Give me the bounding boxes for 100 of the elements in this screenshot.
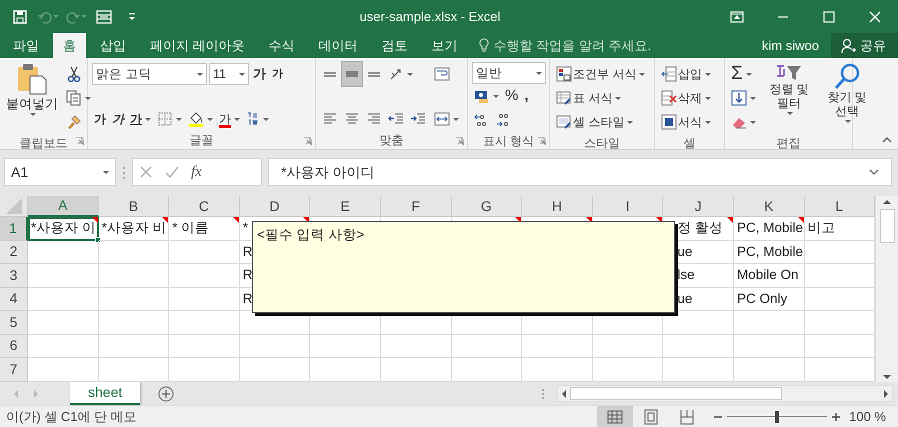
- ribbon-tab[interactable]: 페이지 레이아웃: [140, 33, 255, 58]
- share-button[interactable]: 공유: [831, 33, 898, 58]
- ribbon-tab[interactable]: 파일: [3, 33, 49, 58]
- row-header[interactable]: 3: [0, 264, 28, 288]
- table-cell[interactable]: [169, 288, 240, 311]
- collapse-ribbon-icon[interactable]: [882, 136, 892, 143]
- column-header[interactable]: C: [169, 196, 240, 217]
- scroll-down-icon[interactable]: [882, 374, 892, 380]
- tell-me-field[interactable]: 수행할 작업을 알려 주세요.: [478, 33, 652, 58]
- conditional-format-button[interactable]: 조건부 서식: [554, 62, 648, 86]
- next-sheet-icon[interactable]: [32, 388, 40, 398]
- ribbon-tab[interactable]: 수식: [258, 33, 305, 58]
- horizontal-scrollbar[interactable]: [557, 385, 893, 402]
- add-sheet-button[interactable]: [158, 386, 174, 402]
- table-cell[interactable]: [169, 334, 240, 358]
- table-cell[interactable]: *사용자 비: [98, 217, 170, 240]
- zoom-in-icon[interactable]: [831, 412, 842, 422]
- table-cell[interactable]: [663, 334, 734, 358]
- column-header[interactable]: A: [28, 196, 99, 217]
- column-header[interactable]: H: [522, 196, 593, 217]
- zoom-slider[interactable]: [727, 410, 828, 422]
- bold-button[interactable]: 가: [92, 107, 108, 131]
- italic-button[interactable]: 가: [110, 107, 126, 131]
- scroll-thumb[interactable]: [570, 387, 782, 400]
- table-cell[interactable]: [452, 334, 522, 358]
- table-cell[interactable]: *사용자 이: [28, 217, 99, 240]
- dialog-launcher-icon[interactable]: [304, 137, 312, 145]
- table-cell[interactable]: [98, 264, 170, 288]
- column-header[interactable]: G: [452, 196, 522, 217]
- column-header[interactable]: I: [592, 196, 664, 217]
- slider-thumb[interactable]: [775, 410, 780, 422]
- row-header[interactable]: 7: [0, 358, 28, 382]
- comma-button[interactable]: ,: [522, 84, 531, 108]
- table-cell[interactable]: [734, 311, 805, 334]
- table-cell[interactable]: [98, 288, 170, 311]
- table-cell[interactable]: [734, 334, 805, 358]
- enter-button[interactable]: [165, 165, 179, 179]
- column-header[interactable]: F: [380, 196, 452, 217]
- scroll-left-icon[interactable]: [561, 388, 567, 398]
- vertical-scrollbar[interactable]: [875, 196, 898, 382]
- table-cell[interactable]: [310, 334, 381, 358]
- scroll-right-icon[interactable]: [883, 388, 889, 398]
- table-cell[interactable]: [380, 334, 452, 358]
- row-header[interactable]: 2: [0, 240, 28, 264]
- font-field[interactable]: 맑은 고딕: [92, 63, 207, 85]
- table-cell[interactable]: [804, 288, 876, 311]
- ribbon-tab[interactable]: 검토: [372, 33, 418, 58]
- name-box[interactable]: A1: [4, 158, 116, 186]
- previous-sheet-icon[interactable]: [12, 388, 20, 398]
- table-cell[interactable]: 비고: [804, 217, 876, 240]
- table-cell[interactable]: [804, 311, 876, 334]
- table-cell[interactable]: [522, 334, 593, 358]
- underline-button[interactable]: 가: [128, 107, 153, 131]
- table-cell[interactable]: [28, 311, 99, 334]
- table-cell[interactable]: [804, 264, 876, 288]
- dialog-launcher-icon[interactable]: [456, 137, 464, 145]
- table-cell[interactable]: [592, 334, 664, 358]
- cancel-button[interactable]: [139, 165, 153, 179]
- delete-button[interactable]: 삭제: [659, 86, 713, 110]
- fill-handle[interactable]: [94, 236, 101, 242]
- grow-font-button[interactable]: 가: [251, 62, 268, 86]
- sheet-tab[interactable]: sheet: [70, 382, 140, 405]
- table-cell[interactable]: [804, 240, 876, 264]
- ribbon-tab[interactable]: 홈: [53, 33, 86, 58]
- table-cell[interactable]: * 이름: [169, 217, 240, 240]
- insert-button[interactable]: 삽입: [659, 62, 713, 86]
- column-header[interactable]: B: [98, 196, 170, 217]
- table-cell[interactable]: [169, 311, 240, 334]
- row-header[interactable]: 1: [0, 217, 28, 240]
- insert-function-button[interactable]: fx: [191, 160, 202, 184]
- table-cell[interactable]: [98, 311, 170, 334]
- row-header[interactable]: 6: [0, 334, 28, 358]
- expand-icon[interactable]: [869, 169, 879, 175]
- cell-style-button[interactable]: 셀 스타일: [554, 110, 636, 134]
- table-cell[interactable]: PC, Mobile: [734, 217, 805, 240]
- normal-view-button[interactable]: [597, 406, 634, 427]
- table-cell[interactable]: PC, Mobile: [734, 240, 805, 264]
- row-header[interactable]: 5: [0, 311, 28, 334]
- font-size-field[interactable]: 11: [209, 63, 249, 85]
- column-header[interactable]: K: [734, 196, 805, 217]
- column-header[interactable]: E: [310, 196, 381, 217]
- table-cell[interactable]: [98, 240, 170, 264]
- font-color-button[interactable]: 가: [217, 107, 242, 131]
- table-cell[interactable]: [169, 264, 240, 288]
- dialog-launcher-icon[interactable]: [538, 137, 546, 145]
- sort-filter-button[interactable]: 정렬 및 필터: [762, 62, 816, 115]
- ribbon-tab[interactable]: 데이터: [308, 33, 368, 58]
- table-cell[interactable]: Mobile On: [734, 264, 805, 288]
- table-cell[interactable]: [169, 240, 240, 264]
- number-format-field[interactable]: 일반: [472, 62, 546, 84]
- dialog-launcher-icon[interactable]: [76, 137, 84, 145]
- table-cell[interactable]: [98, 334, 170, 358]
- scroll-thumb[interactable]: [880, 209, 895, 243]
- table-format-button[interactable]: 표 서식: [554, 86, 624, 110]
- percent-button[interactable]: %: [503, 84, 520, 108]
- formula-field[interactable]: *사용자 아이디: [268, 158, 892, 186]
- table-cell[interactable]: [28, 264, 99, 288]
- scroll-up-icon[interactable]: [882, 198, 892, 205]
- paste-button[interactable]: 붙여넣기: [4, 62, 60, 116]
- row-header[interactable]: 4: [0, 288, 28, 311]
